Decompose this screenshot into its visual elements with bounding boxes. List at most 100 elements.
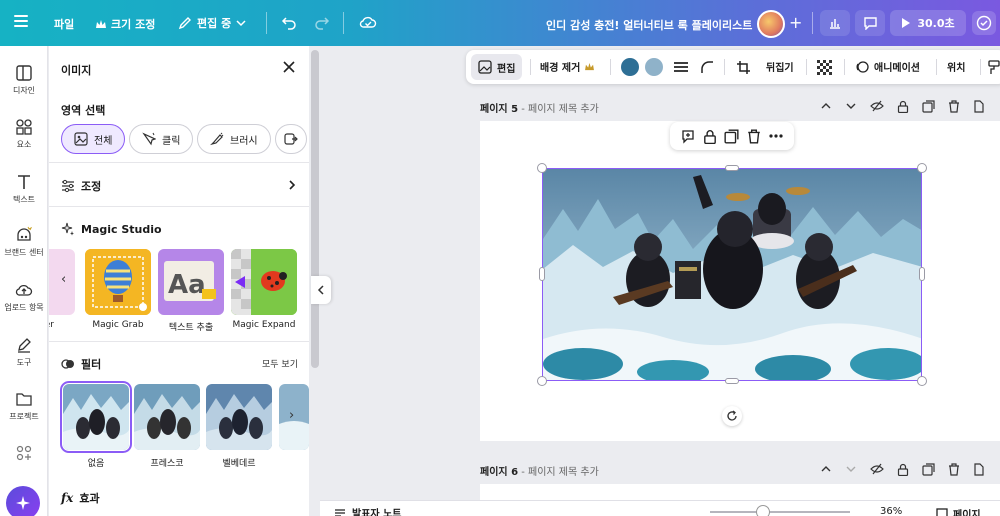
rail-item-uploads[interactable]: 업로드 항목 — [0, 281, 48, 313]
text-extract-card[interactable]: Aa — [158, 249, 224, 315]
area-select-all-chip[interactable]: 전체 — [61, 124, 126, 154]
rail-item-text[interactable]: 텍스트 — [0, 173, 48, 205]
toolbar-divider — [266, 12, 267, 34]
chevron-down-icon[interactable] — [845, 463, 857, 475]
position-button[interactable]: 위치 — [947, 59, 965, 74]
resize-handle-bottom-right[interactable] — [917, 376, 927, 386]
edit-mode-dropdown[interactable]: 편집 중 — [178, 15, 246, 31]
avatar[interactable] — [757, 10, 785, 38]
page6-subtitle[interactable]: - 페이지 제목 추가 — [521, 467, 599, 478]
zoom-level[interactable]: 36% — [880, 506, 902, 516]
page5-header[interactable]: 페이지 5 - 페이지 제목 추가 — [480, 100, 599, 115]
menu-icon[interactable] — [14, 15, 28, 27]
redo-icon[interactable] — [314, 14, 330, 30]
chevron-down-icon[interactable] — [845, 100, 857, 112]
close-icon[interactable] — [282, 60, 296, 74]
rail-label: 프로젝트 — [9, 412, 39, 421]
document-title[interactable]: 인디 감성 충전! 얼터너티브 록 플레이리스트 — [546, 17, 752, 33]
image-edit-icon — [478, 60, 492, 74]
section-divider — [49, 206, 309, 207]
collapse-panel-button[interactable] — [311, 276, 331, 304]
magic-expand-card[interactable] — [231, 249, 297, 315]
upload-icon — [15, 284, 33, 296]
cloud-saved-icon[interactable] — [359, 14, 377, 30]
speaker-notes-button[interactable]: 발표자 노트 — [334, 505, 401, 516]
bg-remove-button[interactable]: 배경 제거 — [540, 59, 595, 74]
rail-item-tools[interactable]: 도구 — [0, 336, 48, 368]
lock-icon[interactable] — [703, 129, 717, 144]
transparency-icon[interactable] — [817, 60, 832, 75]
edit-image-button[interactable]: 편집 — [471, 54, 523, 80]
comments-button[interactable] — [855, 10, 885, 36]
done-button[interactable] — [972, 11, 996, 35]
chevron-up-icon[interactable] — [820, 100, 832, 112]
zoom-slider-knob[interactable] — [756, 505, 770, 516]
rail-item-projects[interactable]: 프로젝트 — [0, 390, 48, 422]
resize-button[interactable]: 크기 조정 — [96, 16, 155, 32]
insights-button[interactable] — [820, 10, 850, 36]
page5-subtitle[interactable]: - 페이지 제목 추가 — [521, 104, 599, 115]
corner-rounding-icon[interactable] — [700, 60, 714, 74]
area-select-click-chip[interactable]: 클릭 — [129, 124, 194, 154]
color-swatch-secondary[interactable] — [645, 58, 663, 76]
resize-handle-bottom[interactable] — [725, 378, 739, 384]
trash-icon[interactable] — [948, 100, 960, 113]
border-style-icon[interactable] — [673, 61, 689, 73]
more-options-icon[interactable] — [768, 133, 784, 139]
selected-image[interactable] — [542, 168, 922, 381]
file-menu-button[interactable]: 파일 — [54, 16, 74, 32]
animate-button[interactable]: 애니메이션 — [855, 59, 920, 74]
area-select-brush-chip[interactable]: 브러시 — [197, 124, 271, 154]
duplicate-icon[interactable] — [922, 100, 935, 113]
lock-icon[interactable] — [897, 463, 909, 476]
lock-icon[interactable] — [897, 100, 909, 113]
filter-thumb-none[interactable] — [60, 381, 132, 453]
pages-button[interactable]: 페이지 — [936, 506, 981, 516]
panel-scrollbar[interactable] — [311, 50, 319, 368]
file-menu-label: 파일 — [54, 18, 75, 31]
resize-label: 크기 조정 — [111, 18, 156, 31]
hide-icon[interactable] — [870, 100, 884, 112]
trash-icon[interactable] — [948, 463, 960, 476]
comment-add-icon[interactable] — [680, 128, 696, 144]
area-select-more-chip[interactable] — [275, 124, 307, 154]
magic-ai-button[interactable] — [6, 486, 40, 516]
trash-icon[interactable] — [747, 128, 761, 144]
hide-icon[interactable] — [870, 463, 884, 475]
rail-item-apps[interactable] — [0, 444, 48, 465]
duplicate-icon[interactable] — [922, 463, 935, 476]
resize-handle-top-left[interactable] — [537, 163, 547, 173]
resize-handle-top-right[interactable] — [917, 163, 927, 173]
see-all-link[interactable]: 모두 보기 — [262, 357, 298, 370]
rail-item-elements[interactable]: 요소 — [0, 118, 48, 150]
duplicate-icon[interactable] — [724, 128, 740, 144]
adjust-row[interactable]: 조정 — [61, 176, 297, 196]
add-collaborator-icon[interactable]: + — [789, 13, 802, 32]
page6-header[interactable]: 페이지 6 - 페이지 제목 추가 — [480, 463, 599, 478]
present-duration: 30.0초 — [917, 17, 955, 30]
add-page-icon[interactable] — [973, 463, 985, 476]
zoom-slider-track[interactable] — [710, 511, 850, 513]
chevron-up-icon[interactable] — [820, 463, 832, 475]
add-page-icon[interactable] — [973, 100, 985, 113]
carousel-prev-icon[interactable]: ‹ — [61, 272, 77, 288]
filter-thumb-fresco[interactable] — [134, 384, 200, 450]
rail-item-brand[interactable]: 브랜드 센터 — [0, 226, 48, 258]
paint-format-icon[interactable] — [988, 60, 1000, 75]
resize-handle-top[interactable] — [725, 165, 739, 171]
resize-handle-bottom-left[interactable] — [537, 376, 547, 386]
undo-icon[interactable] — [281, 14, 297, 30]
color-swatch-primary[interactable] — [621, 58, 639, 76]
rotate-handle[interactable] — [722, 406, 742, 426]
resize-handle-right[interactable] — [919, 267, 925, 281]
page5-actions — [820, 100, 985, 113]
present-button[interactable]: 30.0초 — [890, 10, 966, 36]
resize-handle-left[interactable] — [539, 267, 545, 281]
magic-grab-card[interactable] — [85, 249, 151, 315]
flip-button[interactable]: 뒤집기 — [766, 59, 794, 74]
filter-thumb-belvedere[interactable] — [206, 384, 272, 450]
carousel-next-icon[interactable]: › — [289, 408, 305, 424]
rail-item-design[interactable]: 디자인 — [0, 64, 48, 96]
crop-icon[interactable] — [736, 60, 751, 75]
magic-tool-label: Magic Expand — [232, 320, 296, 330]
